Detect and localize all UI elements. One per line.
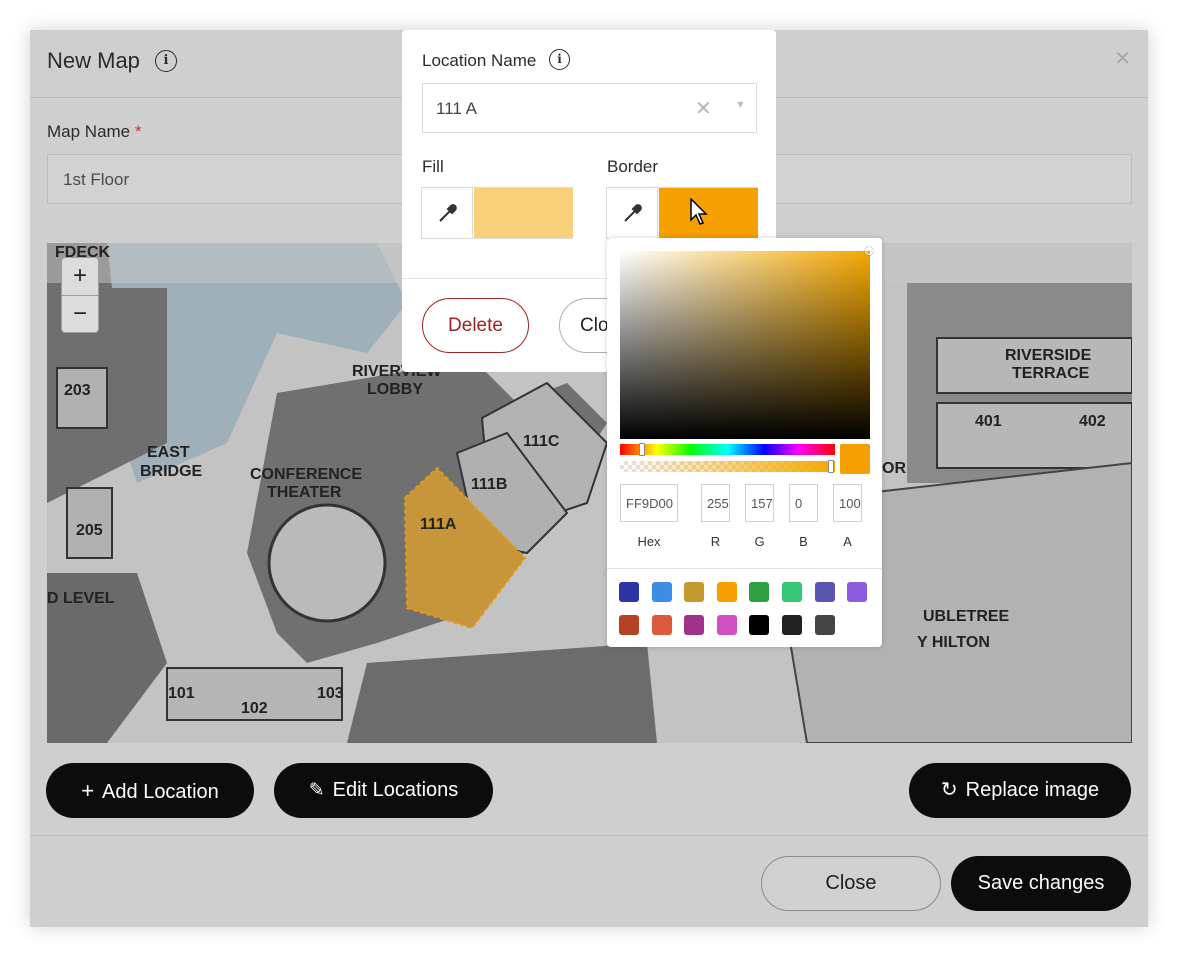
svg-text:111A: 111A xyxy=(420,516,457,533)
dialog-title: New Map xyxy=(47,48,140,73)
map-name-label-text: Map Name xyxy=(47,122,131,141)
svg-text:CONFERENCE: CONFERENCE xyxy=(250,466,362,483)
mouse-cursor-icon xyxy=(690,198,708,225)
preset-swatch[interactable] xyxy=(619,582,639,602)
color-picker: FF9D00 255 157 0 100 Hex R G B A xyxy=(607,238,882,647)
alpha-slider-handle[interactable] xyxy=(828,460,834,473)
border-label: Border xyxy=(607,157,659,176)
info-icon[interactable]: i xyxy=(155,50,177,72)
pencil-icon: ✎ xyxy=(308,780,325,801)
preset-swatch[interactable] xyxy=(684,582,705,602)
border-color-field[interactable] xyxy=(606,187,758,239)
svg-text:LOBBY: LOBBY xyxy=(367,381,423,398)
close-icon[interactable]: ✕ xyxy=(1114,46,1131,71)
fill-color-field[interactable] xyxy=(421,187,573,239)
location-info-icon[interactable]: i xyxy=(549,49,570,70)
fill-label: Fill xyxy=(422,157,444,176)
a-input[interactable]: 100 xyxy=(833,484,862,522)
plus-icon: + xyxy=(81,778,95,803)
svg-text:OR: OR xyxy=(882,460,906,477)
preset-swatch[interactable] xyxy=(782,582,802,602)
svg-text:203: 203 xyxy=(64,382,91,399)
svg-text:101: 101 xyxy=(168,685,195,702)
preset-swatch[interactable] xyxy=(749,615,770,635)
refresh-icon: ↻ xyxy=(940,779,958,801)
replace-image-label: Replace image xyxy=(965,779,1100,801)
preset-swatch[interactable] xyxy=(716,582,737,602)
hue-slider[interactable] xyxy=(620,444,835,455)
g-input[interactable]: 157 xyxy=(745,484,774,522)
svg-text:Y HILTON: Y HILTON xyxy=(917,634,990,651)
fill-eyedropper-icon[interactable] xyxy=(422,188,473,238)
b-input[interactable]: 0 xyxy=(789,484,818,522)
svg-text:205: 205 xyxy=(76,522,103,539)
preset-divider xyxy=(607,568,882,569)
preset-swatch[interactable] xyxy=(814,615,835,635)
hex-label: Hex xyxy=(637,534,661,549)
map-name-label: Map Name * xyxy=(47,122,142,142)
svg-text:UBLETREE: UBLETREE xyxy=(923,608,1010,625)
save-changes-button[interactable]: Save changes xyxy=(951,856,1131,911)
location-name-select[interactable]: 111 A ✕ ▼ xyxy=(422,83,757,133)
svg-text:D LEVEL: D LEVEL xyxy=(47,590,115,607)
replace-image-button[interactable]: ↻ Replace image xyxy=(909,763,1131,818)
edit-locations-button[interactable]: ✎ Edit Locations xyxy=(274,763,493,818)
hex-input[interactable]: FF9D00 xyxy=(620,484,678,522)
zoom-out-button[interactable]: − xyxy=(62,296,98,334)
hue-slider-handle[interactable] xyxy=(639,443,645,456)
preset-swatch[interactable] xyxy=(749,582,770,602)
chevron-down-icon[interactable]: ▼ xyxy=(735,99,746,111)
svg-text:111B: 111B xyxy=(471,476,507,493)
r-label: R xyxy=(710,534,721,549)
preset-swatch[interactable] xyxy=(814,582,835,602)
clear-icon[interactable]: ✕ xyxy=(695,96,712,121)
alpha-slider[interactable] xyxy=(620,461,835,472)
preset-swatch[interactable] xyxy=(651,615,672,635)
svg-text:BRIDGE: BRIDGE xyxy=(140,463,203,480)
border-eyedropper-icon[interactable] xyxy=(607,188,658,238)
r-input[interactable]: 255 xyxy=(701,484,730,522)
zoom-control: + − xyxy=(61,257,99,333)
footer-divider xyxy=(30,835,1148,836)
saturation-handle[interactable] xyxy=(865,247,873,255)
preset-swatch[interactable] xyxy=(847,582,868,602)
preset-swatch[interactable] xyxy=(619,615,639,635)
svg-text:402: 402 xyxy=(1079,413,1106,430)
close-button[interactable]: Close xyxy=(761,856,941,911)
svg-text:THEATER: THEATER xyxy=(267,484,342,501)
delete-location-button[interactable]: Delete xyxy=(422,298,529,353)
preset-swatch[interactable] xyxy=(651,582,672,602)
preset-swatch[interactable] xyxy=(716,615,737,635)
svg-text:401: 401 xyxy=(975,413,1002,430)
add-location-label: Add Location xyxy=(102,781,219,803)
edit-locations-label: Edit Locations xyxy=(332,779,459,801)
add-location-button[interactable]: + Add Location xyxy=(46,763,254,818)
fill-color-swatch[interactable] xyxy=(474,188,573,238)
required-mark: * xyxy=(134,122,142,141)
svg-text:102: 102 xyxy=(241,700,268,717)
b-label: B xyxy=(799,534,808,549)
preset-swatch[interactable] xyxy=(782,615,802,635)
svg-text:103: 103 xyxy=(317,685,344,702)
color-preview xyxy=(840,444,870,474)
location-name-value: 111 A xyxy=(436,99,477,118)
a-label: A xyxy=(843,534,852,549)
preset-swatch[interactable] xyxy=(684,615,705,635)
saturation-area[interactable] xyxy=(620,251,870,439)
location-name-label: Location Name xyxy=(422,51,537,70)
svg-text:EAST: EAST xyxy=(147,444,190,461)
svg-text:TERRACE: TERRACE xyxy=(1012,365,1090,382)
svg-text:RIVERSIDE: RIVERSIDE xyxy=(1005,347,1092,364)
zoom-in-button[interactable]: + xyxy=(62,258,98,296)
svg-text:111C: 111C xyxy=(523,433,560,450)
g-label: G xyxy=(754,534,765,549)
